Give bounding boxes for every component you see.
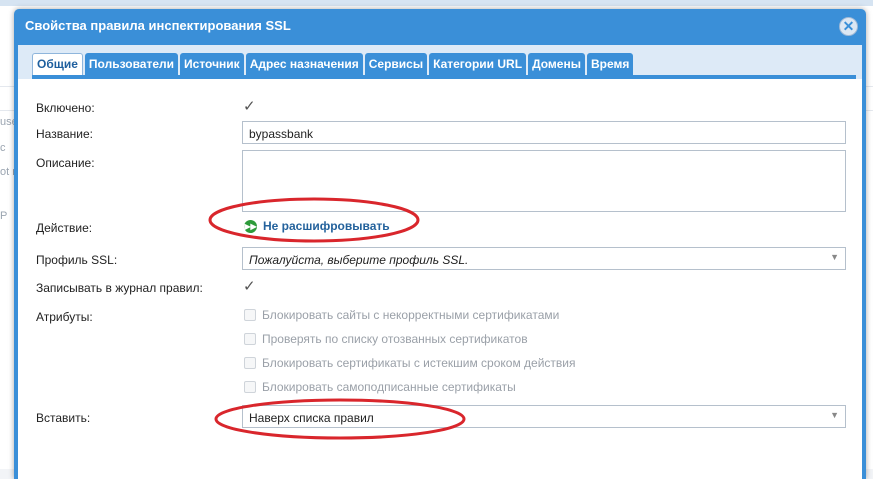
action-label: Действие:	[36, 221, 93, 235]
name-label: Название:	[36, 127, 93, 141]
action-selector[interactable]: ▶▶ Не расшифровывать	[244, 219, 390, 233]
tab-bar: Общие Пользователи Источник Адрес назнач…	[32, 53, 634, 75]
background-fragment: P	[0, 210, 8, 222]
insert-combo[interactable]: Наверх списка правил ▼	[242, 405, 846, 428]
dialog-body: Общие Пользователи Источник Адрес назнач…	[18, 45, 862, 479]
description-field[interactable]	[242, 150, 846, 212]
fast-forward-icon: ▶▶	[244, 219, 257, 233]
name-field[interactable]: bypassbank	[242, 121, 846, 144]
log-checkbox[interactable]: ✓	[243, 279, 259, 295]
ssl-profile-placeholder: Пожалуйста, выберите профиль SSL.	[249, 253, 469, 267]
attribute-label: Блокировать сертификаты с истекшим сроко…	[262, 356, 576, 370]
attribute-checkbox[interactable]	[244, 333, 256, 345]
attribute-checkbox[interactable]	[244, 309, 256, 321]
background-fragment: c	[0, 142, 6, 154]
log-label: Записывать в журнал правил:	[36, 281, 203, 295]
tab-services[interactable]: Сервисы	[364, 53, 428, 75]
attribute-label: Блокировать сайты с некорректными сертиф…	[262, 308, 560, 322]
insert-label: Вставить:	[36, 411, 91, 425]
tab-general[interactable]: Общие	[32, 53, 83, 75]
description-label: Описание:	[36, 156, 95, 170]
dialog-titlebar[interactable]: Свойства правила инспектирования SSL	[14, 9, 866, 45]
enabled-checkbox[interactable]: ✓	[243, 99, 259, 115]
attributes-label: Атрибуты:	[36, 310, 93, 324]
dropdown-arrow-icon[interactable]: ▼	[830, 252, 839, 262]
attribute-label: Проверять по списку отозванных сертифика…	[262, 332, 528, 346]
attribute-option[interactable]: Блокировать сертификаты с истекшим сроко…	[244, 356, 576, 370]
attribute-label: Блокировать самоподписанные сертификаты	[262, 380, 516, 394]
close-icon[interactable]: ✕	[839, 17, 858, 36]
ssl-rule-dialog: Свойства правила инспектирования SSL ✕ О…	[14, 9, 866, 479]
general-tab-content: Включено: ✓ Название: bypassbank Описани…	[18, 79, 862, 479]
attribute-option[interactable]: Блокировать самоподписанные сертификаты	[244, 380, 516, 394]
dialog-title: Свойства правила инспектирования SSL	[25, 18, 291, 33]
background-header-bar	[0, 0, 873, 6]
attribute-checkbox[interactable]	[244, 357, 256, 369]
tab-users[interactable]: Пользователи	[84, 53, 179, 75]
ssl-profile-label: Профиль SSL:	[36, 253, 118, 267]
insert-value: Наверх списка правил	[249, 411, 374, 425]
attribute-checkbox[interactable]	[244, 381, 256, 393]
tab-time[interactable]: Время	[586, 53, 634, 75]
dropdown-arrow-icon[interactable]: ▼	[830, 410, 839, 420]
tab-destination[interactable]: Адрес назначения	[245, 53, 363, 75]
enabled-label: Включено:	[36, 101, 95, 115]
ssl-profile-combo[interactable]: Пожалуйста, выберите профиль SSL. ▼	[242, 247, 846, 270]
attribute-option[interactable]: Проверять по списку отозванных сертифика…	[244, 332, 528, 346]
name-value: bypassbank	[249, 127, 314, 141]
action-value: Не расшифровывать	[263, 219, 390, 233]
attribute-option[interactable]: Блокировать сайты с некорректными сертиф…	[244, 308, 559, 322]
tab-domains[interactable]: Домены	[528, 53, 585, 75]
tab-source[interactable]: Источник	[180, 53, 244, 75]
tab-url-categories[interactable]: Категории URL	[429, 53, 527, 75]
